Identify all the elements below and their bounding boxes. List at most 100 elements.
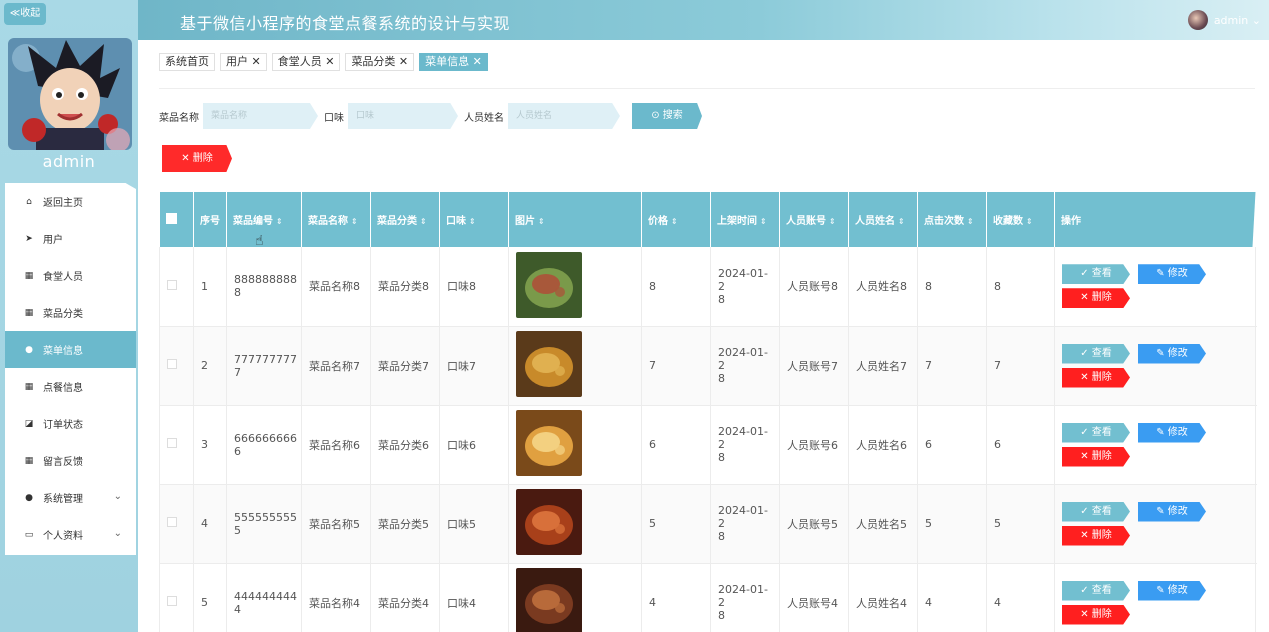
column-header-9[interactable]: 人员姓名 ⇕ (848, 192, 918, 247)
tab-3[interactable]: 菜品分类 ✕ (345, 53, 415, 71)
sidebar-username: admin (42, 152, 96, 171)
column-header-11[interactable]: 收藏数 ⇕ (986, 192, 1055, 247)
sort-icon[interactable]: ⇕ (276, 217, 283, 226)
cell-image (508, 326, 642, 406)
column-header-3[interactable]: 菜品分类 ⇕ (370, 192, 440, 247)
cell-listed-time: 2024-01-2 8 (710, 405, 780, 485)
delete-button[interactable]: ✕ 删除 (1062, 367, 1130, 388)
cell-index: 3 (193, 405, 227, 485)
tab-1[interactable]: 用户 ✕ (220, 53, 267, 71)
sort-icon[interactable]: ⇕ (829, 217, 836, 226)
row-select-cell (159, 484, 194, 564)
menu-icon: ▦ (24, 455, 34, 466)
batch-delete-button[interactable]: ✕ 删除 (162, 145, 232, 172)
edit-button[interactable]: ✎ 修改 (1138, 264, 1206, 285)
cell-price: 7 (641, 326, 711, 406)
view-button[interactable]: ✓ 查看 (1062, 580, 1130, 601)
column-header-label: 人员账号 (786, 216, 826, 227)
column-header-label: 菜品分类 (377, 216, 417, 227)
column-header-1[interactable]: 菜品编号 ⇕ (226, 192, 302, 247)
delete-button[interactable]: ✕ 删除 (1062, 288, 1130, 309)
row-checkbox[interactable] (167, 279, 177, 290)
column-header-12[interactable]: 操作 (1054, 192, 1256, 247)
dish-image (516, 410, 582, 476)
taste-label: 口味 (324, 112, 344, 124)
column-header-7[interactable]: 上架时间 ⇕ (710, 192, 780, 247)
column-header-label: 收藏数 (993, 216, 1023, 227)
column-header-5[interactable]: 图片 ⇕ (508, 192, 642, 247)
cell-dish-name: 菜品名称8 (301, 247, 371, 327)
delete-button[interactable]: ✕ 删除 (1062, 446, 1130, 467)
staff-name-input[interactable]: 人员姓名 (508, 103, 620, 129)
dish-name-input[interactable]: 菜品名称 (203, 103, 318, 129)
menu-icon: ● (25, 492, 33, 503)
sidebar-item-5[interactable]: ▦ 点餐信息 (5, 368, 136, 405)
sort-icon[interactable]: ⇕ (760, 217, 767, 226)
cell-dish-code: 888888888 8 (226, 247, 302, 327)
column-header-2[interactable]: 菜品名称 ⇕ (301, 192, 371, 247)
sort-icon[interactable]: ⇕ (671, 217, 678, 226)
delete-button[interactable]: ✕ 删除 (1062, 604, 1130, 625)
column-header-6[interactable]: 价格 ⇕ (641, 192, 711, 247)
row-checkbox[interactable] (167, 517, 177, 527)
tab-2[interactable]: 食堂人员 ✕ (271, 53, 341, 71)
column-header-10[interactable]: 点击次数 ⇕ (917, 192, 987, 247)
menu-icon: ⌂ (26, 196, 32, 207)
table-row: 4 555555555 5 菜品名称5 菜品分类5 口味5 5 2024-01-2 8 人员账… (159, 484, 1256, 564)
column-header-label: 菜品名称 (308, 216, 348, 227)
collapse-button[interactable]: ≪收起 (4, 3, 46, 25)
cell-click-count: 5 (917, 484, 987, 564)
delete-button[interactable]: ✕ 删除 (1062, 525, 1130, 546)
cell-click-count: 4 (917, 563, 987, 632)
column-header-4[interactable]: 口味 ⇕ (439, 192, 509, 247)
cell-image (508, 563, 642, 632)
sidebar-item-9[interactable]: ▭ 个人资料 ⌄ (5, 516, 136, 553)
edit-button[interactable]: ✎ 修改 (1138, 501, 1206, 522)
sidebar-item-label: 系统管理 (43, 494, 83, 505)
column-header-0[interactable]: 序号 (193, 192, 227, 247)
view-button[interactable]: ✓ 查看 (1062, 501, 1130, 522)
sidebar-item-0[interactable]: ⌂ 返回主页 (5, 183, 136, 220)
sidebar-item-6[interactable]: ◪ 订单状态 (5, 405, 136, 442)
tab-4[interactable]: 菜单信息 ✕ (419, 53, 488, 71)
sort-icon[interactable]: ⇕ (967, 217, 974, 226)
sidebar-item-3[interactable]: ▦ 菜品分类 (5, 294, 136, 331)
sidebar-item-7[interactable]: ▦ 留言反馈 (5, 442, 136, 479)
tag-bar: 系统首页 用户 ✕ 食堂人员 ✕ 菜品分类 ✕ 菜单信息 ✕ (159, 53, 488, 71)
menu-icon: ➤ (25, 233, 33, 244)
search-button[interactable]: ⊙ 搜索 (632, 103, 702, 129)
sort-icon[interactable]: ⇕ (898, 217, 905, 226)
cell-image (508, 405, 642, 485)
taste-input[interactable]: 口味 (348, 103, 458, 129)
row-checkbox[interactable] (167, 438, 177, 448)
cell-dish-name: 菜品名称6 (301, 405, 371, 485)
select-all-checkbox[interactable] (165, 212, 177, 224)
cell-actions: ✓ 查看 ✎ 修改 ✕ 删除 (1054, 484, 1256, 564)
tab-0[interactable]: 系统首页 (159, 53, 215, 71)
view-button[interactable]: ✓ 查看 (1062, 343, 1130, 364)
row-checkbox[interactable] (167, 359, 177, 369)
sidebar-item-1[interactable]: ➤ 用户 (5, 220, 136, 257)
sort-icon[interactable]: ⇕ (538, 217, 545, 226)
user-menu[interactable]: admin ⌄ (1187, 10, 1261, 30)
edit-button[interactable]: ✎ 修改 (1138, 422, 1206, 443)
sidebar-item-4[interactable]: ● 菜单信息 (5, 331, 136, 368)
edit-button[interactable]: ✎ 修改 (1138, 580, 1206, 601)
sidebar-item-2[interactable]: ▦ 食堂人员 (5, 257, 136, 294)
sort-icon[interactable]: ⇕ (469, 217, 476, 226)
cell-image (508, 247, 642, 327)
sidebar-item-8[interactable]: ● 系统管理 ⌄ (5, 479, 136, 516)
sidebar-item-label: 食堂人员 (43, 272, 83, 283)
sort-icon[interactable]: ⇕ (1026, 217, 1033, 226)
view-button[interactable]: ✓ 查看 (1062, 422, 1130, 443)
cell-favorites: 7 (986, 326, 1055, 406)
cell-index: 1 (193, 247, 227, 327)
column-header-8[interactable]: 人员账号 ⇕ (779, 192, 849, 247)
view-button[interactable]: ✓ 查看 (1062, 264, 1130, 285)
sort-icon[interactable]: ⇕ (351, 217, 358, 226)
sort-icon[interactable]: ⇕ (420, 217, 427, 226)
cell-dish-category: 菜品分类4 (370, 563, 440, 632)
row-checkbox[interactable] (167, 596, 177, 606)
cell-click-count: 6 (917, 405, 987, 485)
edit-button[interactable]: ✎ 修改 (1138, 343, 1206, 364)
